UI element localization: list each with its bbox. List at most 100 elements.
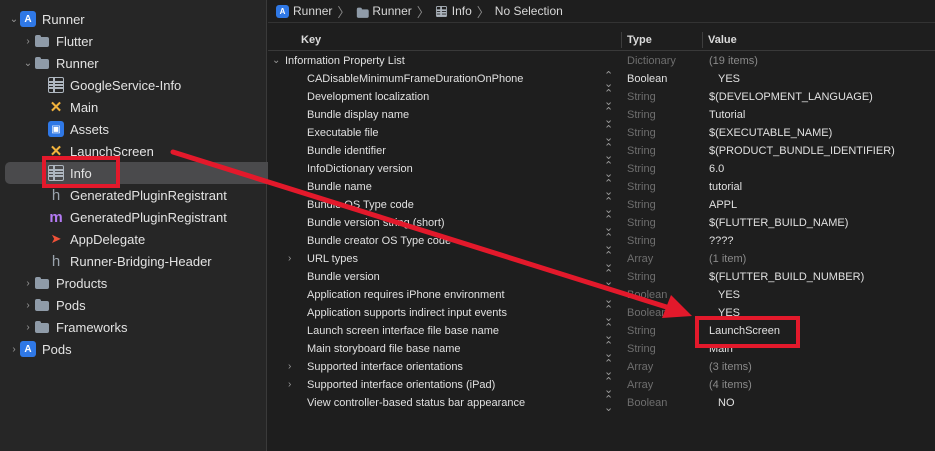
- row-type[interactable]: String: [627, 181, 656, 193]
- row-type[interactable]: String: [627, 91, 656, 103]
- nav-item-flutter[interactable]: › Flutter: [0, 30, 289, 52]
- column-header-key[interactable]: Key: [301, 34, 321, 46]
- chevron-right-icon[interactable]: ›: [288, 253, 291, 264]
- table-row[interactable]: Executable file ⌃ ⌄ String $(EXECUTABLE_N…: [268, 125, 935, 144]
- stepper-icon[interactable]: ⌃ ⌄: [604, 215, 613, 234]
- column-divider[interactable]: [621, 32, 622, 48]
- table-row[interactable]: › URL types ⌃ ⌄ Array (1 item): [268, 251, 935, 270]
- table-row[interactable]: Application supports indirect input even…: [268, 305, 935, 324]
- nav-item-runner-folder[interactable]: ⌄ Runner: [0, 52, 289, 74]
- row-value[interactable]: tutorial: [709, 181, 742, 193]
- row-type[interactable]: Boolean: [627, 73, 667, 85]
- table-row[interactable]: Bundle name ⌃ ⌄ String tutorial: [268, 179, 935, 198]
- stepper-icon[interactable]: ⌃ ⌄: [604, 287, 613, 306]
- table-row[interactable]: Development localization ⌃ ⌄ String $(DEV…: [268, 89, 935, 108]
- row-type[interactable]: Array: [627, 361, 653, 373]
- breadcrumb-runner-project[interactable]: Runner: [293, 4, 332, 18]
- row-type[interactable]: Boolean: [627, 307, 667, 319]
- chevron-right-icon[interactable]: ›: [22, 322, 34, 333]
- column-header-value[interactable]: Value: [708, 34, 737, 46]
- breadcrumb-info[interactable]: Info: [452, 4, 472, 18]
- nav-item-frameworks[interactable]: › Frameworks: [0, 316, 289, 338]
- row-value[interactable]: $(DEVELOPMENT_LANGUAGE): [709, 91, 873, 103]
- table-row[interactable]: Application requires iPhone environment …: [268, 287, 935, 306]
- table-row[interactable]: ⌄ Information Property List Dictionary (…: [268, 53, 935, 71]
- row-type[interactable]: Boolean: [627, 289, 667, 301]
- stepper-icon[interactable]: ⌃ ⌄: [604, 179, 613, 198]
- row-value[interactable]: YES: [718, 307, 740, 319]
- stepper-icon[interactable]: ⌃ ⌄: [604, 233, 613, 252]
- row-value[interactable]: YES: [718, 73, 740, 85]
- table-row[interactable]: InfoDictionary version ⌃ ⌄ String 6.0: [268, 161, 935, 180]
- stepper-icon[interactable]: ⌃ ⌄: [604, 197, 613, 216]
- chevron-right-icon[interactable]: ›: [22, 278, 34, 289]
- row-type[interactable]: String: [627, 235, 656, 247]
- column-header-type[interactable]: Type: [627, 34, 652, 46]
- table-row[interactable]: Main storyboard file base name ⌃ ⌄ String…: [268, 341, 935, 360]
- table-row[interactable]: CADisableMinimumFrameDurationOnPhone ⌃ ⌄ …: [268, 71, 935, 90]
- stepper-icon[interactable]: ⌃ ⌄: [604, 71, 613, 90]
- nav-item-info[interactable]: Info: [5, 162, 300, 184]
- row-value[interactable]: ????: [709, 235, 733, 247]
- table-row[interactable]: Bundle version ⌃ ⌄ String $(FLUTTER_BUILD…: [268, 269, 935, 288]
- stepper-icon[interactable]: ⌃ ⌄: [604, 143, 613, 162]
- stepper-icon[interactable]: ⌃ ⌄: [604, 161, 613, 180]
- nav-item-pods-folder[interactable]: › Pods: [0, 294, 289, 316]
- nav-item-pods-project[interactable]: › A Pods: [0, 338, 275, 360]
- row-value[interactable]: LaunchScreen: [709, 325, 780, 337]
- stepper-icon[interactable]: ⌃ ⌄: [604, 125, 613, 144]
- chevron-right-icon[interactable]: ›: [22, 36, 34, 47]
- nav-item-runner-project[interactable]: ⌄ A Runner: [0, 8, 275, 30]
- row-type[interactable]: String: [627, 109, 656, 121]
- breadcrumb-no-selection[interactable]: No Selection: [495, 4, 563, 18]
- row-value[interactable]: $(FLUTTER_BUILD_NAME): [709, 217, 848, 229]
- table-row[interactable]: Launch screen interface file base name ⌃…: [268, 323, 935, 342]
- breadcrumb-runner-folder[interactable]: Runner: [372, 4, 411, 18]
- chevron-right-icon[interactable]: ›: [22, 300, 34, 311]
- row-value[interactable]: 6.0: [709, 163, 724, 175]
- row-value[interactable]: Main: [709, 343, 733, 355]
- row-type[interactable]: String: [627, 145, 656, 157]
- row-type[interactable]: String: [627, 343, 656, 355]
- row-value[interactable]: $(EXECUTABLE_NAME): [709, 127, 832, 139]
- row-type[interactable]: String: [627, 199, 656, 211]
- row-type[interactable]: String: [627, 127, 656, 139]
- row-type[interactable]: String: [627, 163, 656, 175]
- row-value[interactable]: APPL: [709, 199, 737, 211]
- table-row[interactable]: › Supported interface orientations (iPad…: [268, 377, 935, 396]
- table-row[interactable]: Bundle display name ⌃ ⌄ String Tutorial: [268, 107, 935, 126]
- stepper-icon[interactable]: ⌃ ⌄: [604, 107, 613, 126]
- table-row[interactable]: Bundle creator OS Type code ⌃ ⌄ String ??…: [268, 233, 935, 252]
- row-value[interactable]: $(FLUTTER_BUILD_NUMBER): [709, 271, 864, 283]
- row-type[interactable]: String: [627, 325, 656, 337]
- row-value[interactable]: NO: [718, 397, 735, 409]
- chevron-right-icon[interactable]: ›: [8, 344, 20, 355]
- stepper-icon[interactable]: ⌃ ⌄: [604, 323, 613, 342]
- stepper-icon[interactable]: ⌃ ⌄: [604, 377, 613, 396]
- row-value[interactable]: $(PRODUCT_BUNDLE_IDENTIFIER): [709, 145, 895, 157]
- chevron-down-icon[interactable]: ⌄: [22, 58, 34, 69]
- row-type[interactable]: Array: [627, 253, 653, 265]
- chevron-right-icon[interactable]: ›: [288, 361, 291, 372]
- nav-item-products[interactable]: › Products: [0, 272, 289, 294]
- row-type[interactable]: Boolean: [627, 397, 667, 409]
- row-value[interactable]: YES: [718, 289, 740, 301]
- column-divider[interactable]: [702, 32, 703, 48]
- table-row[interactable]: Bundle identifier ⌃ ⌄ String $(PRODUCT_BU…: [268, 143, 935, 162]
- stepper-icon[interactable]: ⌃ ⌄: [604, 89, 613, 108]
- chevron-down-icon[interactable]: ⌄: [8, 14, 20, 25]
- table-row[interactable]: › Supported interface orientations ⌃ ⌄ Ar…: [268, 359, 935, 378]
- chevron-down-icon[interactable]: ⌄: [272, 55, 280, 66]
- row-type[interactable]: String: [627, 271, 656, 283]
- row-type[interactable]: Array: [627, 379, 653, 391]
- stepper-icon[interactable]: ⌃ ⌄: [604, 359, 613, 378]
- stepper-icon[interactable]: ⌃ ⌄: [604, 341, 613, 360]
- row-type[interactable]: String: [627, 217, 656, 229]
- table-row[interactable]: Bundle OS Type code ⌃ ⌄ String APPL: [268, 197, 935, 216]
- stepper-icon[interactable]: ⌃ ⌄: [604, 251, 613, 270]
- table-row[interactable]: Bundle version string (short) ⌃ ⌄ String …: [268, 215, 935, 234]
- chevron-right-icon[interactable]: ›: [288, 379, 291, 390]
- table-row[interactable]: View controller-based status bar appeara…: [268, 395, 935, 414]
- stepper-icon[interactable]: ⌃ ⌄: [604, 305, 613, 324]
- stepper-icon[interactable]: ⌃ ⌄: [604, 395, 613, 414]
